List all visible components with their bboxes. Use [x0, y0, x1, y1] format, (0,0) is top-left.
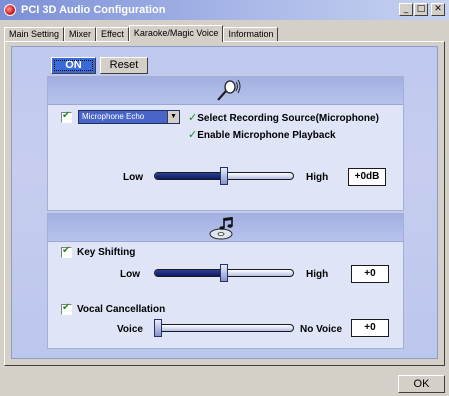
vocal-cancellation-value: +0 — [351, 319, 389, 337]
maximize-button[interactable]: □ — [414, 3, 428, 16]
vocal-cancellation-slider[interactable] — [154, 324, 294, 332]
chevron-down-icon[interactable]: ▼ — [167, 111, 179, 123]
key-shifting-high-label: High — [306, 269, 329, 280]
enable-microphone-playback-label: Enable Microphone Playback — [197, 130, 336, 141]
microphone-enable-checkbox[interactable]: ✔ — [61, 110, 72, 123]
microphone-group: ✔ Microphone Echo ▼ ✓Select Recording So… — [47, 76, 404, 211]
tab-main-setting[interactable]: Main Setting — [4, 27, 65, 42]
select-recording-source-label: Select Recording Source(Microphone) — [197, 113, 379, 124]
key-shifting-label: Key Shifting — [77, 247, 136, 258]
mic-level-low-label: Low — [123, 172, 143, 183]
microphone-effect-value: Microphone Echo — [82, 112, 145, 121]
vocal-cancellation-label: Vocal Cancellation — [77, 304, 166, 315]
select-recording-source-option[interactable]: ✓Select Recording Source(Microphone) — [188, 111, 379, 124]
vocal-cancellation-checkbox[interactable]: ✔ — [61, 302, 72, 315]
key-shifting-checkbox[interactable]: ✔ — [61, 245, 72, 258]
reset-button[interactable]: Reset — [100, 57, 148, 74]
on-button[interactable]: ON — [51, 57, 96, 74]
key-shifting-thumb[interactable] — [220, 264, 228, 282]
vocal-cancellation-thumb[interactable] — [154, 319, 162, 337]
vocal-cancellation-high-label: No Voice — [300, 324, 343, 335]
window-title: PCI 3D Audio Configuration — [21, 4, 166, 16]
mic-level-thumb[interactable] — [220, 167, 228, 185]
window-controls: _ □ ✕ — [399, 3, 445, 16]
check-mark-icon: ✔ — [62, 245, 71, 256]
mic-level-value: +0dB — [348, 168, 386, 186]
tab-strip: Main Setting Mixer Effect Karaoke/Magic … — [4, 25, 279, 42]
key-shifting-value: +0 — [351, 265, 389, 283]
ok-button[interactable]: OK — [398, 375, 445, 393]
close-button[interactable]: ✕ — [431, 3, 445, 16]
microphone-icon — [217, 79, 241, 101]
audio-config-icon — [4, 4, 16, 16]
karaoke-panel: ON Reset ✔ Microphone Echo ▼ ✓Select Rec… — [11, 46, 438, 359]
voice-effects-group-header — [48, 214, 403, 242]
key-shifting-fill — [155, 270, 224, 276]
title-bar[interactable]: PCI 3D Audio Configuration _ □ ✕ — [0, 0, 449, 20]
voice-effects-group: ✔ Key Shifting Low High +0 ✔ Vocal Cance… — [47, 213, 404, 349]
key-shifting-low-label: Low — [120, 269, 140, 280]
tab-effect[interactable]: Effect — [96, 27, 129, 42]
tab-information[interactable]: Information — [223, 27, 279, 42]
check-mark-icon: ✔ — [62, 110, 71, 121]
tab-panel: ON Reset ✔ Microphone Echo ▼ ✓Select Rec… — [4, 41, 445, 366]
check-mark-icon: ✔ — [62, 302, 71, 313]
minimize-button[interactable]: _ — [399, 3, 413, 16]
music-cd-icon — [209, 217, 233, 240]
green-check-icon: ✓ — [188, 111, 198, 124]
mic-level-high-label: High — [306, 172, 329, 183]
mic-level-fill — [155, 173, 224, 179]
vocal-cancellation-low-label: Voice — [117, 324, 143, 335]
microphone-effect-dropdown[interactable]: Microphone Echo ▼ — [78, 110, 180, 124]
microphone-group-header — [48, 77, 403, 105]
enable-microphone-playback-option[interactable]: ✓Enable Microphone Playback — [188, 128, 336, 141]
tab-mixer[interactable]: Mixer — [64, 27, 97, 42]
green-check-icon: ✓ — [188, 128, 198, 141]
tab-karaoke-magic-voice[interactable]: Karaoke/Magic Voice — [128, 25, 224, 42]
